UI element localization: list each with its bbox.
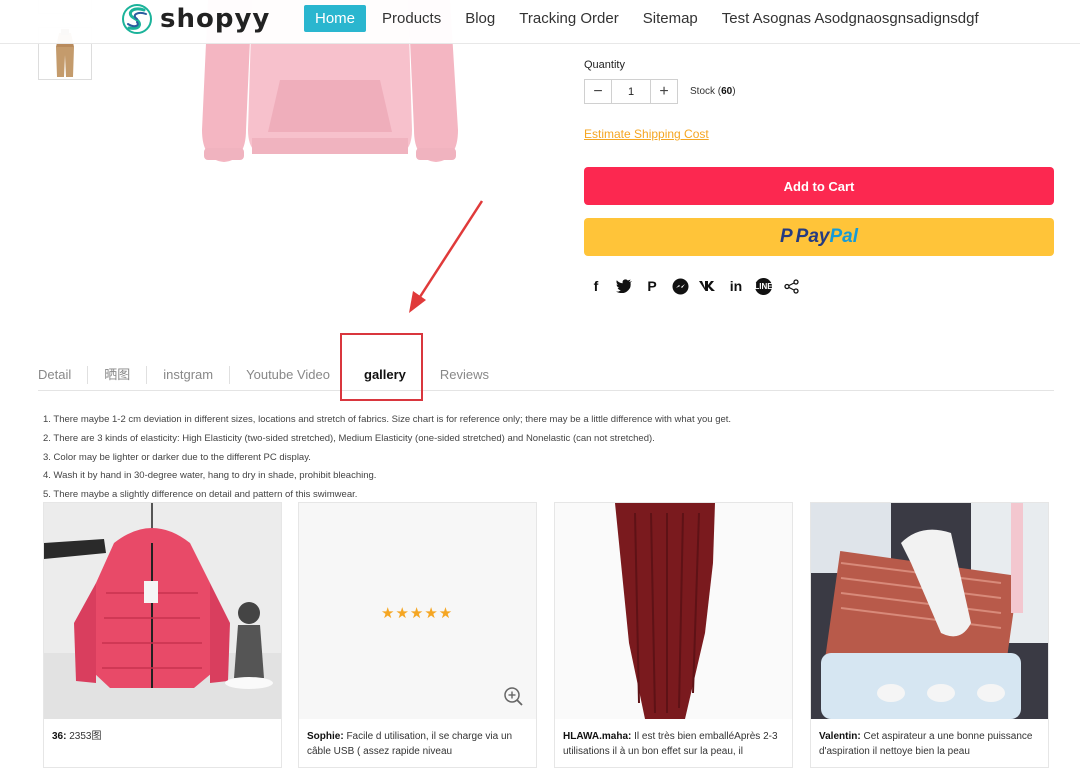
share-bar: f P in LINE	[587, 277, 800, 295]
nav-products[interactable]: Products	[370, 5, 453, 32]
stock-indicator: Stock (60)	[690, 86, 736, 97]
zoom-in-icon[interactable]	[503, 686, 523, 706]
tab-reviews[interactable]: Reviews	[424, 366, 505, 384]
quantity-minus-button[interactable]: −	[585, 80, 611, 103]
site-header: shopyy Home Products Blog Tracking Order…	[0, 0, 1080, 44]
quantity-plus-button[interactable]: +	[651, 80, 677, 103]
tab-youtube-video[interactable]: Youtube Video	[230, 366, 346, 384]
nav-test-page[interactable]: Test Asognas Asodgnaosgnsadignsdgf	[710, 5, 991, 32]
pinterest-icon[interactable]: P	[643, 277, 661, 295]
share-icon[interactable]	[782, 277, 800, 295]
gallery-comment: 2353图	[69, 731, 102, 742]
stock-prefix: Stock (	[690, 86, 722, 97]
gallery-author: HLAWA.maha:	[563, 731, 632, 742]
tab-detail[interactable]: Detail	[38, 366, 89, 384]
gallery-caption: Valentin: Cet aspirateur a une bonne pui…	[811, 719, 1048, 767]
gallery-card[interactable]: 36: 2353图	[43, 502, 282, 768]
gallery-author: Sophie:	[307, 731, 344, 742]
annotation-arrow	[409, 200, 484, 313]
gallery-photo	[555, 503, 792, 719]
description-line: 4. Wash it by hand in 30-degree water, h…	[43, 470, 377, 482]
gallery-author: Valentin:	[819, 731, 861, 742]
rating-stars: ★★★★★	[381, 605, 454, 622]
line-icon[interactable]: LINE	[754, 277, 773, 295]
quantity-stepper: − 1 +	[584, 79, 678, 104]
nav-sitemap[interactable]: Sitemap	[631, 5, 710, 32]
quantity-label: Quantity	[584, 59, 625, 71]
paypal-text-pal: Pal	[829, 226, 859, 247]
description-line: 2. There are 3 kinds of elasticity: High…	[43, 432, 655, 444]
product-tabs: Detail 晒图 instgram Youtube Video gallery…	[38, 366, 1054, 391]
gallery-caption: 36: 2353图	[44, 719, 281, 767]
nav-blog[interactable]: Blog	[453, 5, 507, 32]
gallery-caption: Sophie: Facile d utilisation, il se char…	[299, 719, 536, 767]
estimate-shipping-link[interactable]: Estimate Shipping Cost	[584, 127, 709, 141]
paypal-icon: P	[779, 226, 793, 247]
annotation-highlight-box	[340, 333, 423, 401]
quantity-input[interactable]: 1	[611, 80, 651, 103]
logo-text: shopyy	[160, 4, 271, 34]
vk-icon[interactable]	[699, 277, 717, 295]
product-description: 1. There maybe 1-2 cm deviation in diffe…	[43, 411, 731, 505]
gallery-photo: ★★★★★	[299, 503, 536, 719]
facebook-icon[interactable]: f	[587, 277, 605, 295]
paypal-text-pay: Pay	[795, 226, 830, 247]
gallery-card[interactable]: HLAWA.maha: Il est très bien emballéAprè…	[554, 502, 793, 768]
gallery-card[interactable]: ★★★★★ Sophie: Facile d utilisation, il s…	[298, 502, 537, 768]
description-line: 1. There maybe 1-2 cm deviation in diffe…	[43, 414, 732, 425]
add-to-cart-button[interactable]: Add to Cart	[584, 167, 1054, 205]
stock-suffix: )	[732, 86, 736, 97]
paypal-button[interactable]: P Pay Pal	[584, 218, 1054, 256]
description-line: 3. Color may be lighter or darker due to…	[43, 451, 311, 463]
gallery-author: 36:	[52, 731, 67, 742]
gallery-caption: HLAWA.maha: Il est très bien emballéAprè…	[555, 719, 792, 767]
nav-home[interactable]: Home	[304, 5, 367, 32]
stock-count: 60	[721, 86, 733, 97]
nav-tracking-order[interactable]: Tracking Order	[507, 5, 630, 32]
gallery-photo	[811, 503, 1048, 719]
main-nav: Home Products Blog Tracking Order Sitema…	[304, 5, 991, 32]
logo-icon	[122, 4, 152, 34]
tab-photos[interactable]: 晒图	[88, 366, 148, 384]
linkedin-icon[interactable]: in	[727, 277, 745, 295]
gallery-photo	[44, 503, 281, 719]
gallery-card[interactable]: Valentin: Cet aspirateur a une bonne pui…	[810, 502, 1049, 768]
tab-instgram[interactable]: instgram	[147, 366, 231, 384]
logo[interactable]: shopyy	[120, 0, 270, 38]
twitter-icon[interactable]	[615, 277, 633, 295]
messenger-icon[interactable]	[671, 277, 689, 295]
